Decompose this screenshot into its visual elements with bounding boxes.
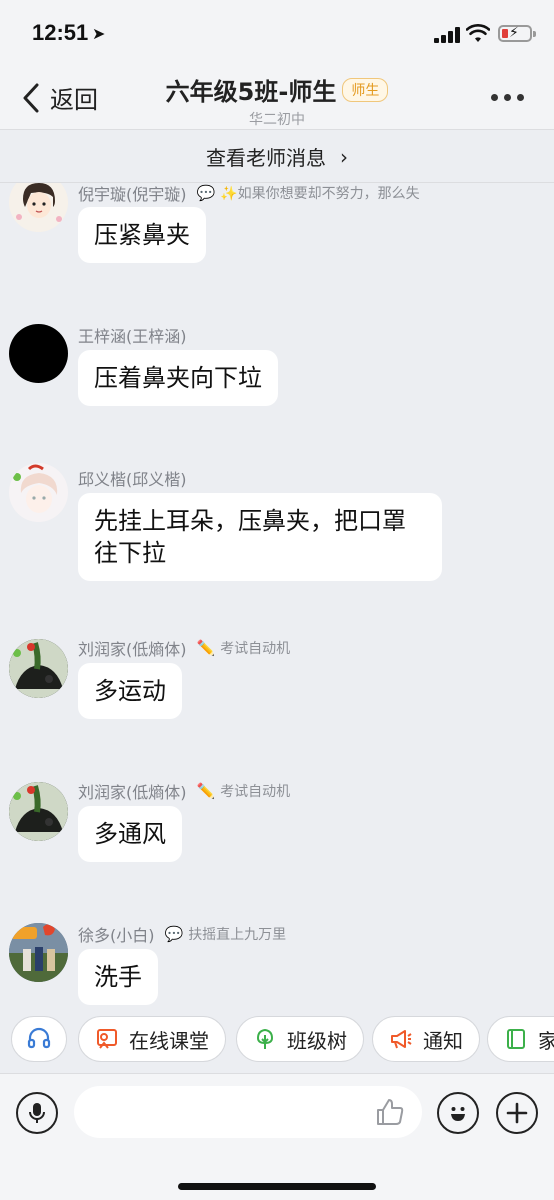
sender-name: 王梓涵(王梓涵) xyxy=(78,327,187,346)
notice-button[interactable]: 通知 xyxy=(372,1016,480,1062)
sender-tag: ✏️ 考试自动机 xyxy=(197,781,291,801)
add-attachment-button[interactable] xyxy=(496,1092,538,1134)
plus-icon xyxy=(506,1102,528,1124)
sender-tag-text: 考试自动机 xyxy=(220,641,291,657)
avatar[interactable] xyxy=(9,639,68,698)
message-bubble[interactable]: 先挂上耳朵，压鼻夹，把口罩 往下拉 xyxy=(78,493,442,581)
online-class-button[interactable]: 在线课堂 xyxy=(78,1016,226,1062)
chip-label: 在线课堂 xyxy=(129,1028,209,1053)
sender-name-row: 刘润家(低熵体) ✏️ 考试自动机 xyxy=(78,636,290,660)
more-dot-icon xyxy=(491,94,498,101)
battery-icon: ⚡ xyxy=(498,25,536,42)
pencil-icon: ✏️ xyxy=(196,639,216,657)
page-title: 六年级5班-师生 xyxy=(165,78,337,106)
more-dot-icon xyxy=(504,94,511,101)
nav-bar: 返回 六年级5班-师生 师生 华二初中 xyxy=(0,64,554,130)
sender-tag-text: 扶摇直上九万里 xyxy=(188,927,287,943)
headset-icon xyxy=(27,1027,51,1049)
chip-label: 家 xyxy=(538,1028,554,1053)
avatar[interactable] xyxy=(9,782,68,841)
sender-name-row: 刘润家(低熵体) ✏️ 考试自动机 xyxy=(78,779,290,803)
avatar[interactable] xyxy=(9,183,68,232)
chip-label: 班级树 xyxy=(287,1028,347,1053)
message-input[interactable] xyxy=(74,1086,422,1138)
wifi-icon xyxy=(466,24,490,42)
message-bubble[interactable]: 压着鼻夹向下垃 xyxy=(78,350,278,406)
message-bubble[interactable]: 洗手 xyxy=(78,949,158,1005)
status-time: 12:51 xyxy=(32,20,89,45)
page-subtitle: 华二初中 xyxy=(249,112,305,128)
speech-bubble-icon: 💬 xyxy=(196,184,216,202)
smiley-icon xyxy=(451,1107,465,1121)
teacher-bar-label: 查看老师消息 xyxy=(206,146,326,170)
message-text-line: 先挂上耳朵，压鼻夹，把口罩 xyxy=(94,507,406,535)
sender-tag: ✏️ 考试自动机 xyxy=(197,638,291,658)
quick-action-bar: 在线课堂 班级树 通知 家 xyxy=(0,1005,554,1073)
voice-button[interactable] xyxy=(16,1092,58,1134)
sender-name: 刘润家(低熵体) xyxy=(78,783,187,802)
megaphone-icon xyxy=(391,1030,412,1049)
status-bar: 12:51 ➤ ⚡ xyxy=(0,0,554,64)
sender-name-row: 邱义楷(邱义楷) xyxy=(78,466,187,490)
homework-button[interactable]: 家 xyxy=(487,1016,554,1062)
emoji-button[interactable] xyxy=(437,1092,479,1134)
cellular-signal-icon xyxy=(434,27,460,43)
sender-name: 倪宇璇(倪宇璇) xyxy=(78,185,187,204)
message-bubble[interactable]: 多运动 xyxy=(78,663,182,719)
chevron-right-icon: › xyxy=(340,144,348,169)
avatar[interactable] xyxy=(9,463,68,522)
microphone-icon xyxy=(29,1103,45,1123)
location-arrow-icon: ➤ xyxy=(92,24,106,43)
tree-icon xyxy=(256,1028,274,1049)
sender-name-row: 倪宇璇(倪宇璇) 💬 ✨如果你想要却不努力，那么失 xyxy=(78,183,420,205)
view-teacher-messages-button[interactable]: 查看老师消息 › xyxy=(0,131,554,183)
sender-name: 刘润家(低熵体) xyxy=(78,640,187,659)
more-dot-icon xyxy=(517,94,524,101)
sender-name-row: 徐多(小白) 💬 扶摇直上九万里 xyxy=(78,922,286,946)
online-class-icon xyxy=(97,1029,117,1049)
message-text-line: 往下拉 xyxy=(94,539,166,567)
pencil-icon: ✏️ xyxy=(196,782,216,800)
avatar[interactable] xyxy=(9,324,68,383)
thumbs-up-icon[interactable] xyxy=(374,1096,406,1128)
sender-name: 徐多(小白) xyxy=(78,926,155,945)
more-options-button[interactable] xyxy=(491,94,524,101)
home-indicator xyxy=(178,1183,376,1190)
sender-tag: 💬 ✨如果你想要却不努力，那么失 xyxy=(197,183,420,203)
sender-name-row: 王梓涵(王梓涵) xyxy=(78,323,187,347)
title-area: 六年级5班-师生 师生 华二初中 xyxy=(0,72,554,129)
chip-label: 通知 xyxy=(423,1028,463,1053)
input-bar xyxy=(0,1073,554,1200)
sender-tag: 💬 扶摇直上九万里 xyxy=(165,924,287,944)
sender-tag-text: ✨如果你想要却不努力，那么失 xyxy=(220,186,420,202)
message-bubble[interactable]: 压紧鼻夹 xyxy=(78,207,206,263)
headset-button[interactable] xyxy=(11,1016,67,1062)
role-badge: 师生 xyxy=(342,77,389,102)
message-bubble[interactable]: 多通风 xyxy=(78,806,182,862)
sender-name: 邱义楷(邱义楷) xyxy=(78,470,187,489)
sender-tag-text: 考试自动机 xyxy=(220,784,291,800)
avatar[interactable] xyxy=(9,923,68,982)
chat-message-list[interactable]: 倪宇璇(倪宇璇) 💬 ✨如果你想要却不努力，那么失 压紧鼻夹 王梓涵(王梓涵) … xyxy=(0,183,554,1005)
class-tree-button[interactable]: 班级树 xyxy=(236,1016,364,1062)
notebook-icon xyxy=(507,1029,525,1049)
speech-bubble-icon: 💬 xyxy=(164,925,184,943)
